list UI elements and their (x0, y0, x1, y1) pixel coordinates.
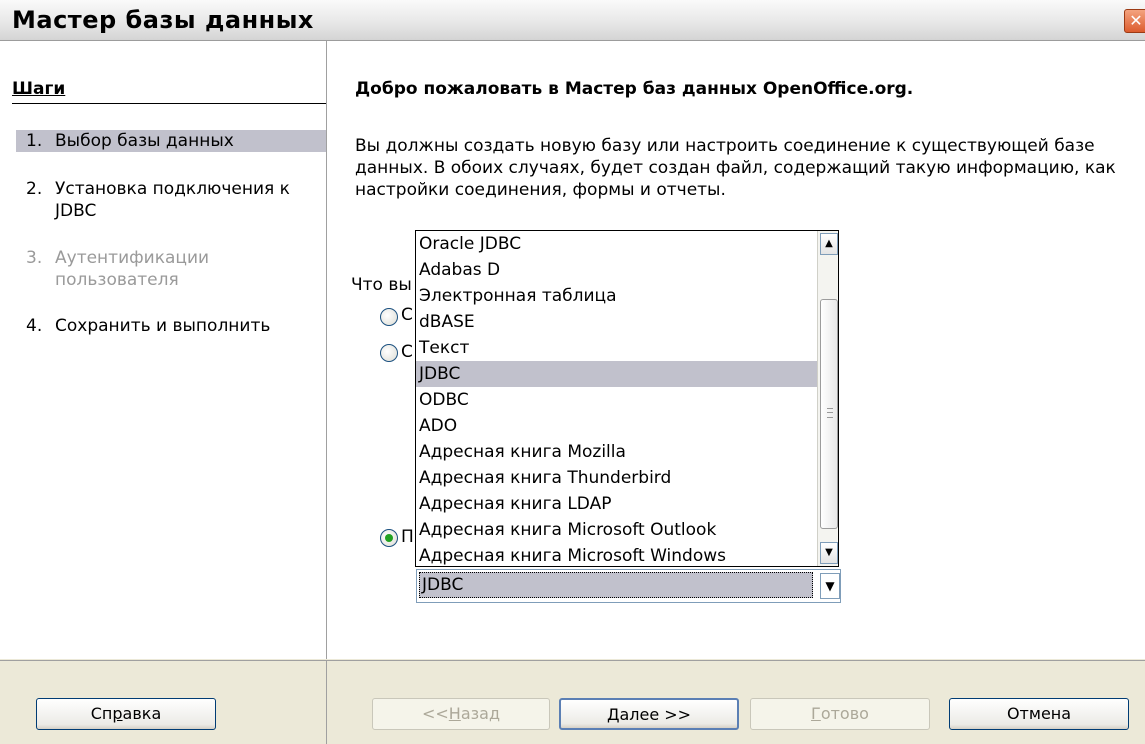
back-button-mnemonic: Н (448, 704, 461, 723)
help-button[interactable]: Справка (36, 698, 216, 730)
close-icon[interactable]: ✕ (1124, 9, 1145, 33)
welcome-heading: Добро пожаловать в Мастер баз данных Ope… (355, 79, 914, 99)
finish-button-mnemonic: Г (811, 704, 821, 723)
step-number: 1. (26, 131, 43, 151)
chevron-down-icon[interactable]: ▼ (820, 573, 840, 599)
dropdown-option-selected[interactable]: JDBC (416, 361, 823, 387)
scroll-up-icon[interactable]: ▲ (820, 233, 838, 255)
radio-label-2: С (401, 342, 413, 362)
title-bar: Мастер базы данных ✕ (0, 0, 1145, 41)
scrollbar-thumb[interactable] (820, 299, 838, 529)
back-button-label-part: << (421, 704, 449, 723)
back-button: <<Назад (372, 698, 550, 730)
steps-title: Шаги (12, 79, 326, 104)
step-select-database[interactable]: 1. Выбор базы данных (16, 130, 326, 152)
dropdown-scrollbar[interactable]: ▲ ▼ (817, 231, 838, 566)
steps-panel: Шаги 1. Выбор базы данных 2. Установка п… (0, 41, 327, 659)
radio-label-3: П (401, 527, 414, 547)
step-save-and-run[interactable]: 4. Сохранить и выполнить (16, 315, 326, 337)
cancel-button-label-part: Отмена (1006, 704, 1072, 723)
step-number: 4. (26, 316, 43, 336)
radio-label-1: С (401, 305, 413, 325)
step-user-authentication: 3. Аутентификации пользователя (16, 247, 326, 291)
database-type-combobox[interactable]: JDBC ▼ (416, 569, 841, 603)
dropdown-option[interactable]: Текст (416, 335, 823, 361)
database-wizard-window: Мастер базы данных ✕ Шаги 1. Выбор базы … (0, 0, 1145, 744)
dropdown-option[interactable]: dBASE (416, 309, 823, 335)
combobox-selected-value: JDBC (419, 572, 813, 598)
radio-option-2[interactable] (380, 344, 398, 362)
help-button-label-part: авка (122, 704, 162, 723)
step-label: Сохранить и выполнить (55, 316, 271, 336)
dropdown-option[interactable]: ODBC (416, 387, 823, 413)
radio-connect-existing[interactable] (380, 529, 398, 547)
dropdown-option[interactable]: Adabas D (416, 257, 823, 283)
step-label: Выбор базы данных (55, 131, 234, 151)
next-button[interactable]: Далее >> (559, 698, 739, 730)
help-button-mnemonic: р (112, 704, 123, 723)
finish-button: Готово (750, 698, 930, 730)
button-bar: Справка <<Назад Далее >> Готово Отмена (0, 660, 1145, 744)
step-jdbc-connection[interactable]: 2. Установка подключения к JDBC (16, 178, 326, 222)
radio-option-1[interactable] (380, 308, 398, 326)
footer-divider (326, 661, 327, 744)
question-label: Что вы (351, 275, 412, 295)
scroll-down-icon[interactable]: ▼ (820, 542, 838, 564)
next-button-label-part: алее >> (619, 705, 692, 724)
finish-button-label-part: отово (820, 704, 869, 723)
step-label: Аутентификации пользователя (55, 248, 210, 290)
step-label: Установка подключения к JDBC (55, 179, 290, 221)
step-number: 3. (26, 248, 43, 268)
back-button-label-part: азад (460, 704, 501, 723)
intro-text: Вы должны создать новую базу или настрои… (355, 136, 1116, 200)
dropdown-option[interactable]: Oracle JDBC (416, 231, 823, 257)
dropdown-option[interactable]: Адресная книга Microsoft Windows (416, 543, 823, 566)
dropdown-option[interactable]: Электронная таблица (416, 283, 823, 309)
cancel-button[interactable]: Отмена (949, 698, 1129, 730)
dropdown-option[interactable]: ADO (416, 413, 823, 439)
next-button-mnemonic: Д (606, 705, 620, 724)
dropdown-option[interactable]: Адресная книга Microsoft Outlook (416, 517, 823, 543)
grip-icon (827, 408, 833, 418)
window-title: Мастер базы данных (12, 6, 314, 34)
dropdown-option[interactable]: Адресная книга Mozilla (416, 439, 823, 465)
help-button-label-part: Сп (90, 704, 113, 723)
dropdown-option[interactable]: Адресная книга Thunderbird (416, 465, 823, 491)
dropdown-option[interactable]: Адресная книга LDAP (416, 491, 823, 517)
step-number: 2. (26, 179, 43, 199)
database-type-dropdown-list[interactable]: Oracle JDBC Adabas D Электронная таблица… (415, 230, 839, 567)
